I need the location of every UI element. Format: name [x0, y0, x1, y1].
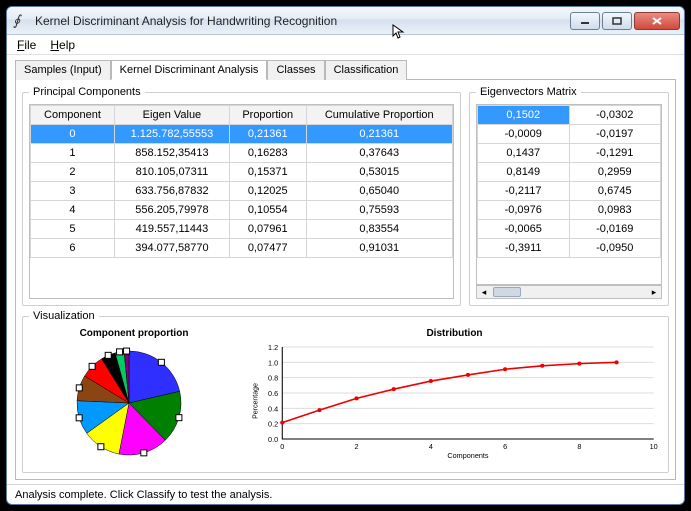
tab-classes[interactable]: Classes: [267, 60, 324, 80]
svg-text:0.4: 0.4: [268, 405, 278, 413]
pc-table[interactable]: Component Eigen Value Proportion Cumulat…: [30, 105, 453, 258]
svg-text:1.0: 1.0: [268, 359, 278, 367]
pc-table-scroll[interactable]: Component Eigen Value Proportion Cumulat…: [29, 104, 454, 299]
menubar: File Help: [7, 35, 684, 55]
pc-legend: Principal Components: [29, 86, 145, 98]
pie-title: Component proportion: [29, 328, 239, 339]
svg-text:8: 8: [577, 443, 581, 451]
scroll-left-icon[interactable]: ◂: [477, 287, 491, 298]
menu-help[interactable]: Help: [50, 38, 75, 52]
table-row[interactable]: -0,0009-0,0197: [478, 125, 661, 144]
table-row[interactable]: -0,0065-0,0169: [478, 220, 661, 239]
line-svg: 0.0 0.2 0.4 0.6 0.8 1.0 1.2 0 2 4 6 8 10 Percentage Co…: [247, 341, 662, 461]
eig-table-scroll[interactable]: 0,1502-0,0302-0,0009-0,01970,1437-0,1291…: [476, 104, 662, 285]
svg-text:1.2: 1.2: [268, 344, 278, 352]
table-row[interactable]: 01.125.782,555530,213610,21361: [31, 125, 453, 144]
table-row[interactable]: 3633.756,878320,120250,65040: [31, 182, 453, 201]
maximize-button[interactable]: [602, 12, 632, 30]
visualization-group: Visualization Component proportion Distr…: [22, 310, 669, 473]
svg-text:Percentage: Percentage: [251, 383, 259, 419]
svg-text:0.6: 0.6: [268, 390, 278, 398]
pie-svg: [29, 341, 229, 461]
minimize-button[interactable]: [570, 12, 600, 30]
svg-text:2: 2: [355, 443, 359, 451]
pc-th-prop[interactable]: Proportion: [229, 106, 306, 125]
svg-text:4: 4: [429, 443, 433, 451]
tab-strip: Samples (Input) Kernel Discriminant Anal…: [7, 55, 684, 79]
line-chart: Distribution 0.0 0.2 0.4 0.6 0.8 1.0 1.2 0 2 4 6 8 1…: [247, 328, 662, 466]
table-row[interactable]: 1858.152,354130,162830,37643: [31, 144, 453, 163]
viz-legend: Visualization: [29, 310, 99, 322]
pc-th-cum[interactable]: Cumulative Proportion: [306, 106, 452, 125]
window-title: Kernel Discriminant Analysis for Handwri…: [35, 14, 568, 28]
table-row[interactable]: -0,3911-0,0950: [478, 239, 661, 258]
svg-text:6: 6: [503, 443, 507, 451]
eig-legend: Eigenvectors Matrix: [476, 86, 581, 98]
tab-samples[interactable]: Samples (Input): [15, 60, 111, 80]
status-text: Analysis complete. Click Classify to tes…: [15, 489, 272, 501]
line-title: Distribution: [247, 328, 662, 339]
table-row[interactable]: 6394.077,587700,074770,91031: [31, 239, 453, 258]
pie-chart: Component proportion: [29, 328, 239, 466]
tab-body: Principal Components Component Eigen Val…: [15, 79, 676, 480]
table-row[interactable]: 4556.205,799780,105540,75593: [31, 201, 453, 220]
menu-file[interactable]: File: [17, 38, 36, 52]
scroll-right-icon[interactable]: ▸: [647, 287, 661, 298]
app-icon: ∮: [13, 13, 29, 29]
table-row[interactable]: 0,1437-0,1291: [478, 144, 661, 163]
table-row[interactable]: -0,09760,0983: [478, 201, 661, 220]
pc-th-component[interactable]: Component: [31, 106, 115, 125]
table-row[interactable]: 0,1502-0,0302: [478, 106, 661, 125]
app-window: ∮ Kernel Discriminant Analysis for Handw…: [6, 6, 685, 505]
eig-hscroll[interactable]: ◂ ▸: [476, 285, 662, 299]
principal-components-group: Principal Components Component Eigen Val…: [22, 86, 461, 306]
tab-classification[interactable]: Classification: [325, 60, 408, 80]
svg-text:Components: Components: [447, 452, 489, 460]
titlebar[interactable]: ∮ Kernel Discriminant Analysis for Handw…: [7, 7, 684, 35]
table-row[interactable]: -0,21170,6745: [478, 182, 661, 201]
table-row[interactable]: 5419.557,114430,079610,83554: [31, 220, 453, 239]
table-row[interactable]: 0,81490,2959: [478, 163, 661, 182]
statusbar: Analysis complete. Click Classify to tes…: [7, 484, 684, 504]
svg-text:0.0: 0.0: [268, 436, 278, 444]
eig-table[interactable]: 0,1502-0,0302-0,0009-0,01970,1437-0,1291…: [477, 105, 661, 258]
svg-text:10: 10: [650, 443, 658, 451]
svg-text:0: 0: [280, 443, 284, 451]
eigenvectors-group: Eigenvectors Matrix 0,1502-0,0302-0,0009…: [469, 86, 669, 306]
tab-kda[interactable]: Kernel Discriminant Analysis: [111, 60, 268, 80]
pc-th-eigen[interactable]: Eigen Value: [114, 106, 229, 125]
svg-text:0.2: 0.2: [268, 421, 278, 429]
close-button[interactable]: [634, 12, 680, 30]
table-row[interactable]: 2810.105,073110,153710,53015: [31, 163, 453, 182]
svg-text:0.8: 0.8: [268, 375, 278, 383]
scroll-thumb[interactable]: [493, 287, 521, 297]
